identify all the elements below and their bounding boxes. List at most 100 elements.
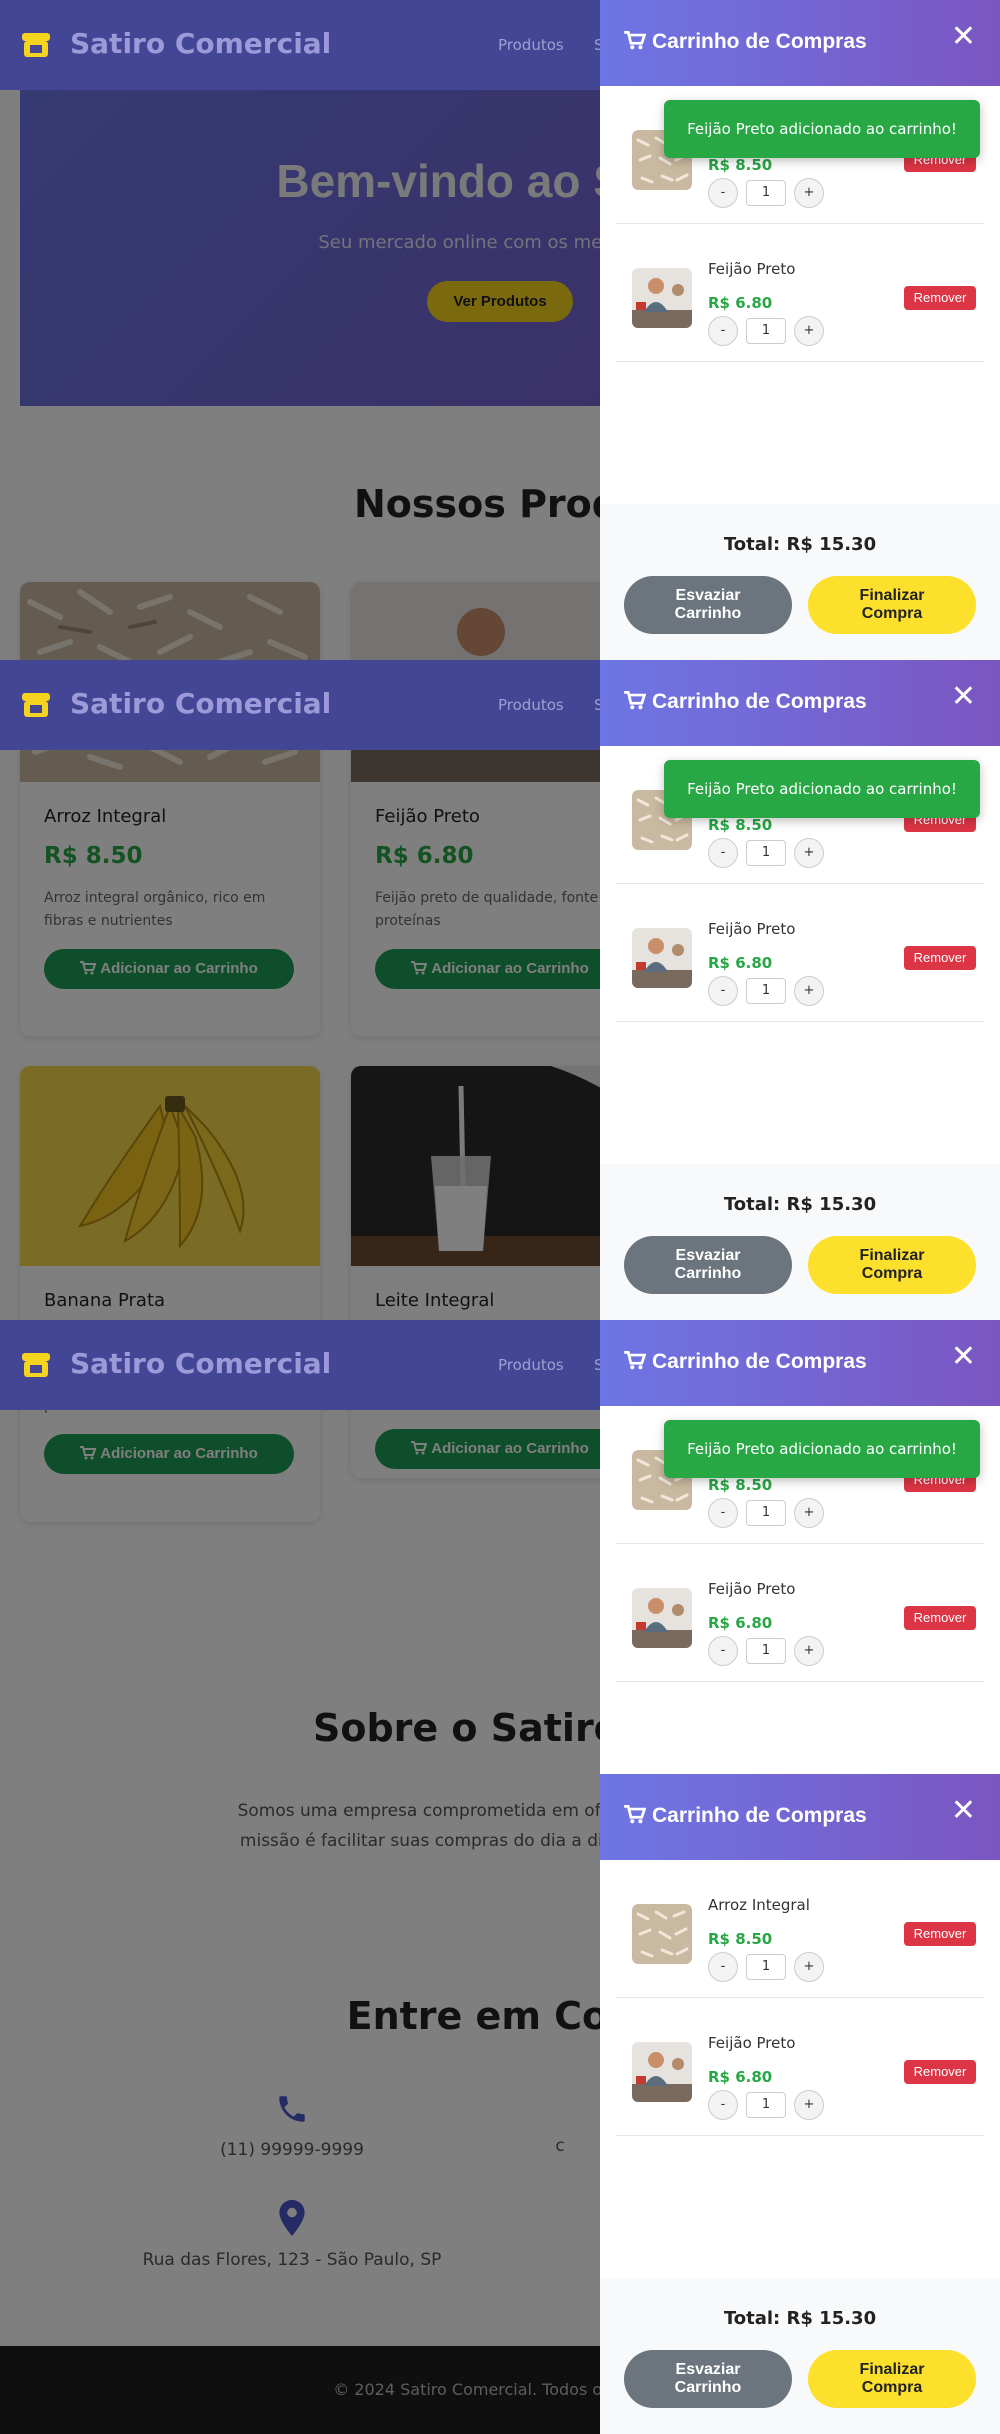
- cart-total: Total: R$ 15.30: [723, 2308, 877, 2329]
- cart-title-text: Carrinho de Compras: [652, 690, 867, 713]
- qty-increase-button[interactable]: +: [794, 1636, 824, 1666]
- cart-footer: Total: R$ 15.30 Esvaziar Carrinho Finali…: [600, 2278, 1000, 2434]
- cart-title: Carrinho de Compras: [624, 1350, 867, 1374]
- cart-footer: Total: R$ 15.30 Esvaziar Carrinho Finali…: [600, 504, 1000, 660]
- cart-panel: Carrinho de Compras ✕ Arroz Integral R$ …: [600, 0, 1000, 660]
- cart-panel: Carrinho de Compras ✕ Arroz Integral R$ …: [600, 660, 1000, 1320]
- brand-name[interactable]: Satiro Comercial: [70, 1347, 331, 1380]
- cart-item-name: Arroz Integral: [708, 1896, 810, 1914]
- site-header: Satiro Comercial Produtos S: [0, 1320, 604, 1410]
- qty-input[interactable]: 1: [746, 2092, 786, 2118]
- cart-title-text: Carrinho de Compras: [652, 1804, 867, 1827]
- nav-link-produtos[interactable]: Produtos: [498, 696, 564, 714]
- cart-total: Total: R$ 15.30: [723, 534, 877, 555]
- nav-link-produtos[interactable]: Produtos: [498, 36, 564, 54]
- store-icon: [22, 693, 50, 717]
- clear-cart-button[interactable]: Esvaziar Carrinho: [624, 1236, 792, 1294]
- qty-decrease-button[interactable]: -: [708, 1636, 738, 1666]
- cart-item-price: R$ 6.80: [708, 294, 773, 312]
- checkout-button[interactable]: Finalizar Compra: [808, 2350, 976, 2408]
- cart-item-image: [632, 268, 692, 328]
- cart-footer: Total: R$ 15.30 Esvaziar Carrinho Finali…: [600, 1164, 1000, 1320]
- cart-icon: [624, 31, 647, 50]
- remove-button[interactable]: Remover: [904, 1606, 976, 1630]
- cart-item-feijao: Feijão Preto R$ 6.80 - 1 + Remover: [616, 1998, 984, 2136]
- clear-cart-label: Esvaziar: [675, 2361, 741, 2378]
- cart-panel: Carrinho de Compras ✕ Arroz Integral R$ …: [600, 1774, 1000, 2434]
- site-header: Satiro Comercial Produtos S: [0, 0, 604, 90]
- cart-panel-header: Carrinho de Compras ✕: [600, 1320, 1000, 1406]
- qty-decrease-button[interactable]: -: [708, 976, 738, 1006]
- clear-cart-label: Esvaziar: [675, 1247, 741, 1264]
- clear-cart-button[interactable]: Esvaziar Carrinho: [624, 2350, 792, 2408]
- cart-item-price: R$ 8.50: [708, 1476, 773, 1494]
- clear-cart-button[interactable]: Esvaziar Carrinho: [624, 576, 792, 634]
- checkout-label: Finalizar: [859, 2361, 925, 2378]
- cart-panel-header: Carrinho de Compras ✕: [600, 1774, 1000, 1860]
- clear-cart-label: Carrinho: [674, 605, 742, 622]
- cart-item-feijao: Feijão Preto R$ 6.80 - 1 + Remover: [616, 224, 984, 362]
- qty-increase-button[interactable]: +: [794, 178, 824, 208]
- qty-input[interactable]: 1: [746, 978, 786, 1004]
- checkout-label: Compra: [861, 605, 923, 622]
- cart-item-price: R$ 6.80: [708, 2068, 773, 2086]
- brand-name[interactable]: Satiro Comercial: [70, 687, 331, 720]
- close-icon[interactable]: ✕: [951, 682, 976, 712]
- qty-decrease-button[interactable]: -: [708, 316, 738, 346]
- cart-item-image: [632, 1588, 692, 1648]
- cart-item-price: R$ 8.50: [708, 156, 773, 174]
- cart-item-name: Feijão Preto: [708, 2034, 796, 2052]
- cart-item-name: Feijão Preto: [708, 1580, 796, 1598]
- cart-item-arroz: Arroz Integral R$ 8.50 - 1 + Remover: [616, 1860, 984, 1998]
- cart-title-text: Carrinho de Compras: [652, 30, 867, 53]
- qty-decrease-button[interactable]: -: [708, 2090, 738, 2120]
- close-icon[interactable]: ✕: [951, 22, 976, 52]
- qty-input[interactable]: 1: [746, 1500, 786, 1526]
- store-icon: [22, 1353, 50, 1377]
- clear-cart-label: Esvaziar: [675, 587, 741, 604]
- cart-panel-header: Carrinho de Compras ✕: [600, 0, 1000, 86]
- cart-title-text: Carrinho de Compras: [652, 1350, 867, 1373]
- toast-notification: Feijão Preto adicionado ao carrinho!: [664, 100, 980, 158]
- brand-name[interactable]: Satiro Comercial: [70, 27, 331, 60]
- qty-increase-button[interactable]: +: [794, 316, 824, 346]
- remove-button[interactable]: Remover: [904, 1922, 976, 1946]
- cart-item-price: R$ 6.80: [708, 1614, 773, 1632]
- checkout-button[interactable]: Finalizar Compra: [808, 1236, 976, 1294]
- qty-increase-button[interactable]: +: [794, 1498, 824, 1528]
- store-icon: [22, 33, 50, 57]
- cart-icon: [624, 1351, 647, 1370]
- checkout-button[interactable]: Finalizar Compra: [808, 576, 976, 634]
- cart-item-feijao: Feijão Preto R$ 6.80 - 1 + Remover: [616, 1544, 984, 1682]
- qty-increase-button[interactable]: +: [794, 976, 824, 1006]
- qty-input[interactable]: 1: [746, 1638, 786, 1664]
- qty-input[interactable]: 1: [746, 840, 786, 866]
- cart-item-image: [632, 2042, 692, 2102]
- qty-decrease-button[interactable]: -: [708, 1498, 738, 1528]
- qty-input[interactable]: 1: [746, 318, 786, 344]
- remove-button[interactable]: Remover: [904, 2060, 976, 2084]
- checkout-label: Finalizar: [859, 587, 925, 604]
- qty-increase-button[interactable]: +: [794, 838, 824, 868]
- cart-item-image: [632, 1904, 692, 1964]
- cart-item-image: [632, 928, 692, 988]
- cart-total: Total: R$ 15.30: [723, 1194, 877, 1215]
- cart-icon: [624, 691, 647, 710]
- qty-decrease-button[interactable]: -: [708, 838, 738, 868]
- qty-increase-button[interactable]: +: [794, 1952, 824, 1982]
- cart-title: Carrinho de Compras: [624, 1804, 867, 1828]
- qty-input[interactable]: 1: [746, 1954, 786, 1980]
- nav-link-produtos[interactable]: Produtos: [498, 1356, 564, 1374]
- cart-title: Carrinho de Compras: [624, 30, 867, 54]
- remove-button[interactable]: Remover: [904, 286, 976, 310]
- cart-title: Carrinho de Compras: [624, 690, 867, 714]
- qty-decrease-button[interactable]: -: [708, 1952, 738, 1982]
- close-icon[interactable]: ✕: [951, 1342, 976, 1372]
- cart-item-name: Feijão Preto: [708, 920, 796, 938]
- close-icon[interactable]: ✕: [951, 1796, 976, 1826]
- qty-increase-button[interactable]: +: [794, 2090, 824, 2120]
- qty-decrease-button[interactable]: -: [708, 178, 738, 208]
- qty-input[interactable]: 1: [746, 180, 786, 206]
- cart-icon: [624, 1805, 647, 1824]
- remove-button[interactable]: Remover: [904, 946, 976, 970]
